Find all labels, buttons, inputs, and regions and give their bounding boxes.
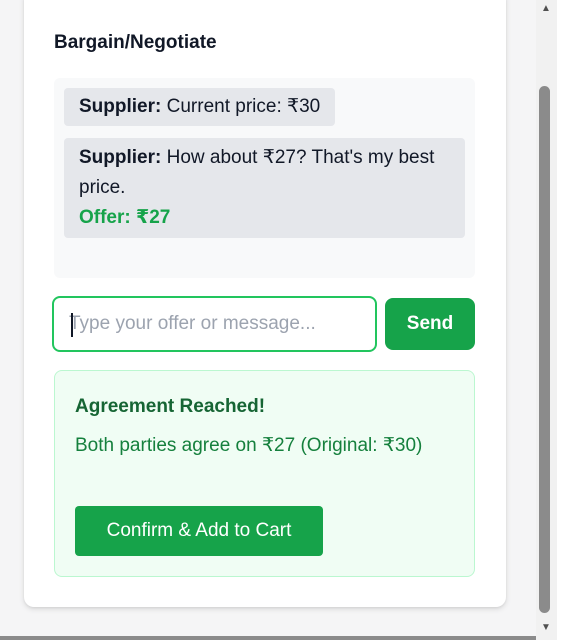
chat-message: Supplier: How about ₹27? That's my best … [64, 138, 465, 238]
agreement-title: Agreement Reached! [75, 396, 266, 417]
scrollbar-edge [557, 0, 562, 640]
window-bottom-border [0, 636, 536, 640]
offer-amount: Offer: ₹27 [79, 207, 171, 228]
bargain-title: Bargain/Negotiate [54, 32, 217, 53]
send-button[interactable]: Send [385, 298, 475, 350]
confirm-add-to-cart-button[interactable]: Confirm & Add to Cart [75, 506, 323, 556]
bargain-card: Bargain/Negotiate Supplier: Current pric… [24, 0, 506, 607]
chat-history: Supplier: Current price: ₹30 Supplier: H… [54, 78, 475, 278]
message-input-wrapper[interactable] [52, 296, 377, 352]
message-text: Current price: ₹30 [161, 96, 321, 117]
scroll-up-arrow-icon[interactable]: ▲ [537, 0, 555, 16]
agreement-panel: Agreement Reached! Both parties agree on… [54, 370, 475, 577]
agreement-text: Both parties agree on ₹27 (Original: ₹30… [75, 435, 423, 456]
scrollbar-thumb[interactable] [539, 86, 550, 613]
scroll-down-arrow-icon[interactable]: ▼ [537, 619, 555, 635]
message-input[interactable] [69, 298, 375, 350]
message-sender: Supplier: [79, 96, 162, 117]
text-caret [71, 313, 73, 337]
chat-message: Supplier: Current price: ₹30 [64, 88, 336, 126]
vertical-scrollbar[interactable]: ▲ ▼ [536, 0, 562, 640]
message-sender: Supplier: [79, 147, 162, 168]
page-viewport: Bargain/Negotiate Supplier: Current pric… [0, 0, 536, 640]
